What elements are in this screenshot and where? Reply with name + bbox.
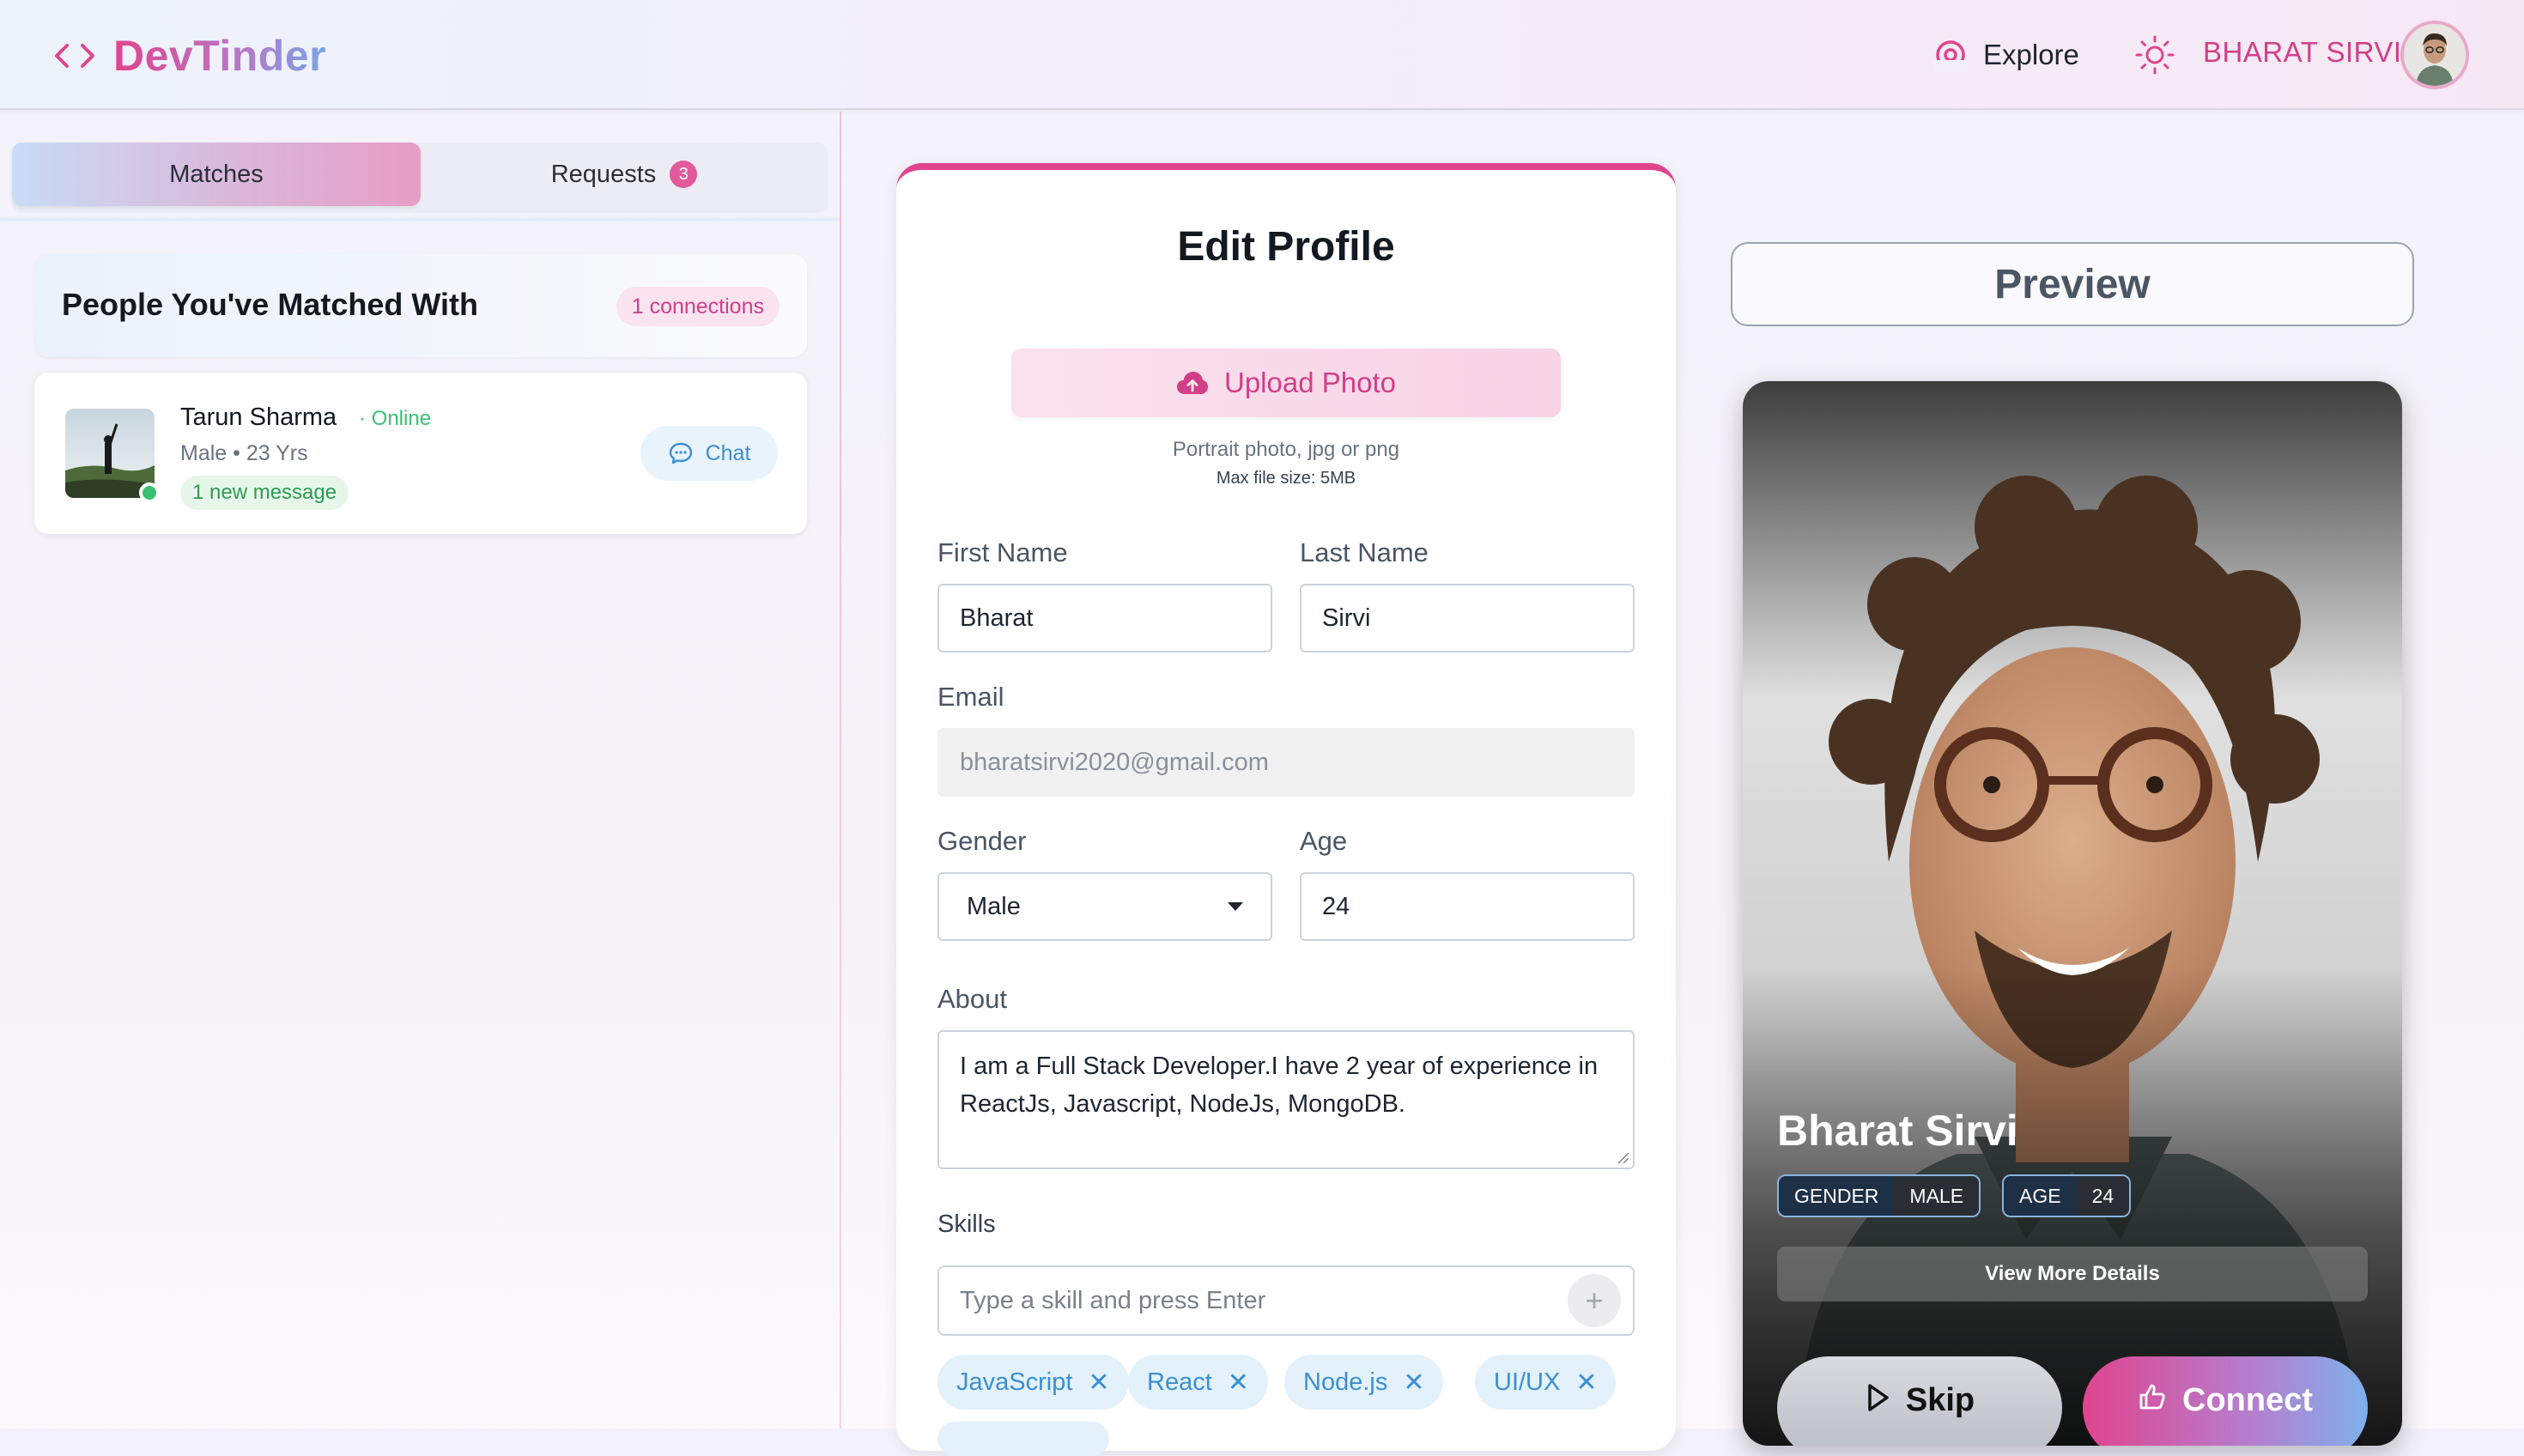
upload-photo-button[interactable]: Upload Photo bbox=[1011, 349, 1561, 417]
last-name-input[interactable]: Sirvi bbox=[1300, 584, 1635, 652]
tab-matches[interactable]: Matches bbox=[12, 143, 421, 206]
matches-sidebar: Matches Requests 3 People You've Matched… bbox=[0, 112, 841, 1429]
skill-chip-label: React bbox=[1147, 1368, 1212, 1396]
gender-pill: GENDER MALE bbox=[1777, 1174, 1981, 1217]
add-skill-button[interactable]: + bbox=[1568, 1274, 1621, 1327]
age-input[interactable]: 24 bbox=[1300, 872, 1635, 941]
resize-grip-icon[interactable] bbox=[1616, 1150, 1629, 1164]
age-key: AGE bbox=[2004, 1176, 2077, 1216]
remove-skill-icon[interactable]: ✕ bbox=[1228, 1368, 1249, 1398]
match-name: Tarun Sharma bbox=[180, 403, 337, 431]
gender-value: Male bbox=[967, 892, 1021, 920]
gender-label: Gender bbox=[937, 826, 1027, 856]
skill-chip-overflow bbox=[937, 1422, 1109, 1456]
skill-input[interactable]: Type a skill and press Enter + bbox=[937, 1265, 1635, 1336]
match-avatar bbox=[65, 409, 155, 498]
email-value: bharatsirvi2020@gmail.com bbox=[960, 748, 1269, 776]
tab-requests[interactable]: Requests 3 bbox=[421, 143, 828, 206]
gender-select[interactable]: Male bbox=[937, 872, 1272, 941]
first-name-value: Bharat bbox=[960, 604, 1034, 632]
skill-chip: JavaScript ✕ bbox=[937, 1355, 1129, 1410]
play-outline-icon bbox=[1868, 1384, 1889, 1411]
match-online-status: · Online bbox=[359, 407, 432, 430]
user-avatar[interactable] bbox=[2400, 21, 2469, 89]
brand-name: DevTinder bbox=[113, 32, 327, 80]
chat-button[interactable]: Chat bbox=[640, 426, 778, 481]
user-name: BHARAT SIRVI bbox=[2203, 36, 2402, 68]
matched-title: People You've Matched With bbox=[62, 287, 478, 322]
upload-hint: Portrait photo, jpg or png bbox=[1172, 438, 1400, 461]
first-name-label: First Name bbox=[937, 537, 1068, 567]
upload-size-hint: Max file size: 5MB bbox=[1216, 469, 1356, 488]
preview-profile-card: Bharat Sirvi GENDER MALE AGE 24 View Mor… bbox=[1743, 381, 2402, 1446]
code-brackets-icon bbox=[55, 44, 94, 68]
sidebar-divider bbox=[840, 112, 841, 1429]
remove-skill-icon[interactable]: ✕ bbox=[1403, 1368, 1424, 1398]
age-label: Age bbox=[1300, 826, 1348, 856]
email-input: bharatsirvi2020@gmail.com bbox=[937, 728, 1635, 797]
cloud-upload-icon bbox=[1177, 372, 1208, 394]
view-more-label: View More Details bbox=[1985, 1262, 2160, 1285]
avatar-image bbox=[2404, 24, 2466, 86]
explore-icon bbox=[1933, 40, 1968, 72]
requests-count-badge: 3 bbox=[670, 161, 698, 188]
preview-button[interactable]: Preview bbox=[1731, 242, 2414, 326]
skill-chip-label: UI/UX bbox=[1494, 1368, 1561, 1396]
edit-profile-panel: Edit Profile Upload Photo Portrait photo… bbox=[896, 163, 1676, 1456]
match-card[interactable]: Tarun Sharma · Online Male • 23 Yrs 1 ne… bbox=[34, 373, 807, 534]
matched-header: People You've Matched With 1 connections bbox=[34, 254, 807, 357]
match-meta: Male • 23 Yrs bbox=[180, 441, 308, 465]
tab-requests-label: Requests bbox=[550, 160, 657, 188]
dropdown-caret-icon bbox=[1228, 902, 1243, 911]
view-more-details-button[interactable]: View More Details bbox=[1777, 1247, 2368, 1301]
skill-chip-label: JavaScript bbox=[956, 1368, 1073, 1396]
about-label: About bbox=[937, 984, 1008, 1014]
last-name-label: Last Name bbox=[1300, 537, 1429, 567]
email-label: Email bbox=[937, 682, 1004, 712]
skill-chip-label: Node.js bbox=[1303, 1368, 1388, 1396]
last-name-value: Sirvi bbox=[1322, 604, 1371, 632]
sidebar-tabs: Matches Requests 3 bbox=[12, 143, 828, 213]
skill-input-placeholder: Type a skill and press Enter bbox=[960, 1286, 1266, 1314]
about-textarea[interactable]: I am a Full Stack Developer.I have 2 yea… bbox=[937, 1030, 1635, 1169]
thumbs-up-icon bbox=[2139, 1384, 2165, 1410]
age-pill: AGE 24 bbox=[2002, 1174, 2132, 1217]
gender-value: MALE bbox=[1894, 1176, 1980, 1216]
about-value: I am a Full Stack Developer.I have 2 yea… bbox=[960, 1053, 1599, 1118]
new-message-badge: 1 new message bbox=[180, 476, 349, 510]
age-value: 24 bbox=[1322, 892, 1350, 920]
skills-label: Skills bbox=[937, 1210, 996, 1238]
upload-photo-label: Upload Photo bbox=[1224, 367, 1396, 398]
edit-profile-title: Edit Profile bbox=[1177, 224, 1395, 270]
explore-label: Explore bbox=[1983, 39, 2079, 70]
connect-label: Connect bbox=[2182, 1382, 2313, 1418]
skip-label: Skip bbox=[1905, 1382, 1975, 1418]
tab-matches-label: Matches bbox=[169, 160, 264, 188]
preview-button-label: Preview bbox=[1994, 261, 2151, 307]
online-status-dot bbox=[139, 482, 160, 503]
remove-skill-icon[interactable]: ✕ bbox=[1575, 1368, 1597, 1398]
skill-chip: UI/UX ✕ bbox=[1475, 1355, 1617, 1410]
connect-button[interactable]: Connect bbox=[2083, 1356, 2368, 1446]
chat-bubble-icon bbox=[669, 442, 692, 464]
first-name-input[interactable]: Bharat bbox=[937, 584, 1272, 652]
age-value: 24 bbox=[2076, 1176, 2130, 1216]
navbar: DevTinder Explore BHARAT SIRVI bbox=[0, 0, 2524, 110]
skill-chip: React ✕ bbox=[1128, 1355, 1268, 1410]
connections-badge: 1 connections bbox=[616, 287, 780, 326]
skill-chip: Node.js ✕ bbox=[1284, 1355, 1444, 1410]
sun-icon[interactable] bbox=[2134, 34, 2175, 76]
remove-skill-icon[interactable]: ✕ bbox=[1088, 1368, 1109, 1398]
card-name: Bharat Sirvi bbox=[1777, 1107, 2018, 1155]
explore-link[interactable]: Explore bbox=[1933, 31, 2079, 79]
chat-button-label: Chat bbox=[705, 440, 751, 465]
tabs-divider bbox=[0, 218, 841, 221]
brand-logo[interactable]: DevTinder bbox=[53, 26, 326, 86]
gender-key: GENDER bbox=[1779, 1176, 1895, 1216]
skip-button[interactable]: Skip bbox=[1777, 1356, 2062, 1446]
